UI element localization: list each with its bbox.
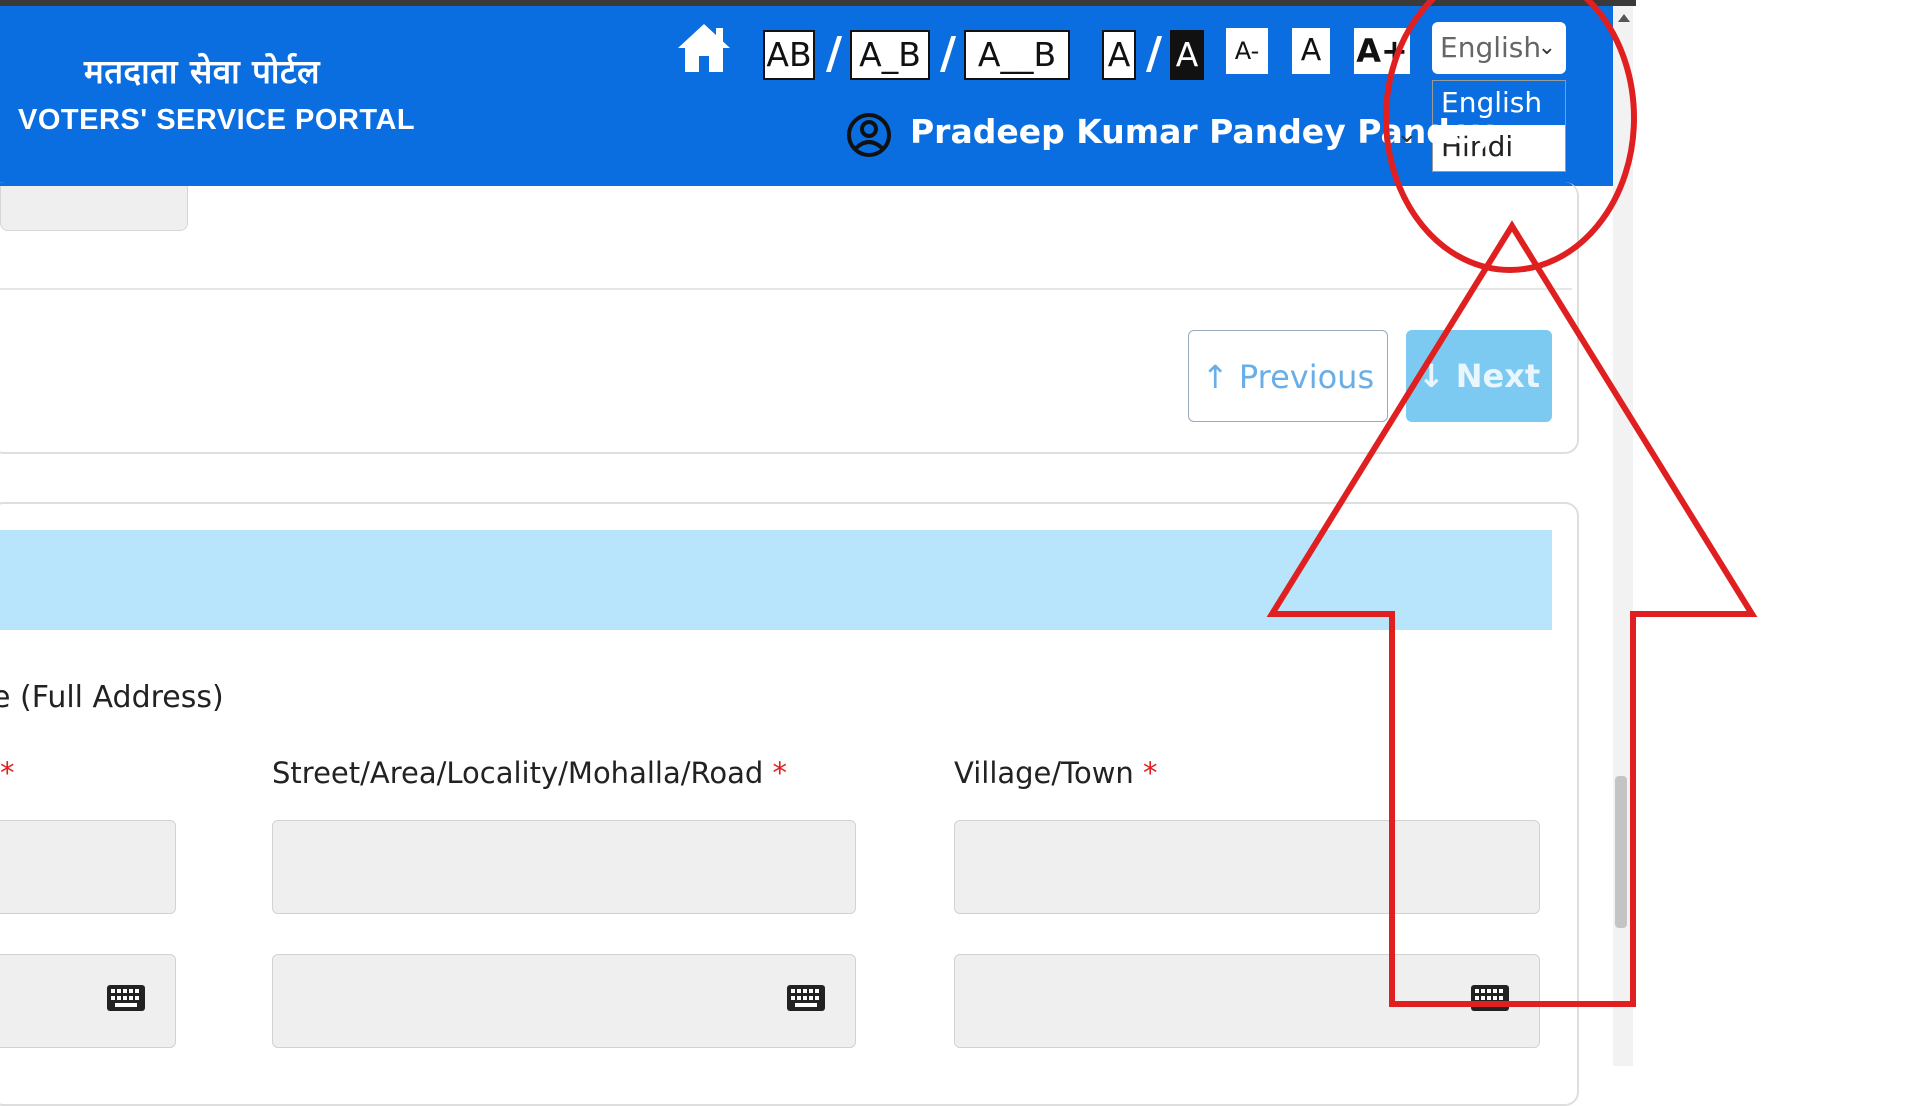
spacing-medium-button[interactable]: A_B (850, 30, 930, 80)
user-circle-icon[interactable] (846, 112, 892, 158)
language-selected-value: English (1440, 31, 1542, 64)
section-header-band (0, 530, 1552, 630)
spacing-normal-button[interactable]: AB (763, 30, 815, 80)
home-icon[interactable] (676, 20, 732, 76)
previous-button-label: Previous (1238, 358, 1375, 396)
contrast-normal-button[interactable]: A (1102, 30, 1136, 80)
language-select[interactable]: English ⌄ (1432, 22, 1566, 74)
font-increase-button[interactable]: A+ (1354, 28, 1410, 74)
keyboard-icon[interactable] (106, 984, 146, 1012)
separator: / (826, 28, 843, 79)
required-marker: * (0, 756, 15, 790)
separator: / (1146, 28, 1163, 79)
arrow-up-icon: ↑ (1201, 358, 1229, 396)
street-regional-input[interactable] (272, 954, 856, 1048)
separator: / (940, 28, 957, 79)
font-normal-button[interactable]: A (1292, 28, 1330, 74)
street-input[interactable] (272, 820, 856, 914)
village-input[interactable] (954, 820, 1540, 914)
next-button[interactable]: ↓ Next (1406, 330, 1552, 422)
village-regional-input[interactable] (954, 954, 1540, 1048)
field-label-street: Street/Area/Locality/Mohalla/Road * (272, 756, 787, 790)
previous-button[interactable]: ↑ Previous (1188, 330, 1388, 422)
keyboard-icon[interactable] (786, 984, 826, 1012)
font-decrease-button[interactable]: A- (1226, 28, 1268, 74)
scroll-up-arrow-icon[interactable] (1618, 14, 1630, 22)
card-divider (0, 288, 1572, 290)
house-number-regional-input[interactable] (0, 954, 176, 1048)
arrow-down-icon: ↓ (1417, 357, 1445, 395)
field-label-village: Village/Town * (954, 756, 1158, 790)
required-marker: * (1143, 756, 1158, 790)
section-title: e (Full Address) (0, 680, 224, 715)
user-menu-chevron-icon[interactable]: ⌄ (1396, 118, 1418, 149)
next-button-label: Next (1455, 357, 1541, 395)
contrast-high-button[interactable]: A (1170, 30, 1204, 80)
scrollbar-thumb[interactable] (1615, 776, 1627, 928)
brand-title-hindi: मतदाता सेवा पोर्टल (84, 52, 320, 91)
spacing-wide-button[interactable]: A__B (964, 30, 1070, 80)
required-marker: * (772, 756, 787, 790)
brand-title-english: VOTERS' SERVICE PORTAL (18, 104, 416, 136)
field-label-partial: * (0, 756, 15, 790)
keyboard-icon[interactable] (1470, 984, 1510, 1012)
house-number-input[interactable] (0, 820, 176, 914)
chevron-down-icon: ⌄ (1537, 35, 1556, 60)
